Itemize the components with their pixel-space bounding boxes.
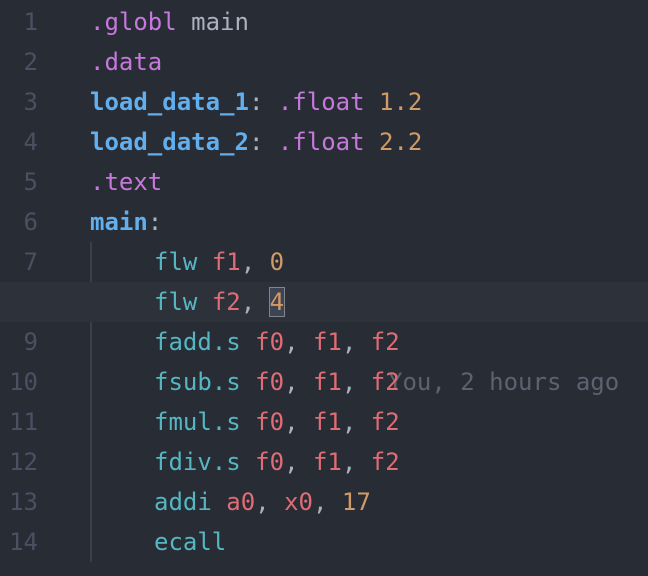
instruction-token: fadd.s xyxy=(154,328,241,356)
instruction-token: flw xyxy=(154,248,198,276)
directive-token: .data xyxy=(90,48,163,76)
code-line[interactable]: fmul.s f0, f1, f2 xyxy=(0,402,648,442)
register-token: f1 xyxy=(312,328,342,356)
identifier-token: main xyxy=(191,8,249,36)
code-line[interactable]: flw f1, 0 xyxy=(0,242,648,282)
register-token: f0 xyxy=(255,408,285,436)
register-token: f0 xyxy=(255,368,285,396)
register-token: f2 xyxy=(370,368,400,396)
instruction-token: fdiv.s xyxy=(154,448,241,476)
code-line[interactable]: fadd.s f0, f1, f2 xyxy=(0,322,648,362)
code-line[interactable]: .globl main xyxy=(0,2,648,42)
register-token: f2 xyxy=(370,408,400,436)
code-area[interactable]: .globl main .data load_data_1: .float 1.… xyxy=(0,0,648,576)
code-line[interactable]: .data xyxy=(0,42,648,82)
code-line[interactable]: load_data_2: .float 2.2 xyxy=(0,122,648,162)
label-token: main xyxy=(90,208,148,236)
register-token: f1 xyxy=(312,368,342,396)
register-token: f1 xyxy=(312,448,342,476)
code-line[interactable]: .text xyxy=(0,162,648,202)
number-token: 0 xyxy=(269,248,285,276)
code-line[interactable]: fdiv.s f0, f1, f2 xyxy=(0,442,648,482)
code-line[interactable]: load_data_1: .float 1.2 xyxy=(0,82,648,122)
register-token: f1 xyxy=(211,248,241,276)
register-token: f0 xyxy=(255,448,285,476)
directive-token: .float xyxy=(277,128,365,156)
code-line[interactable]: fsub.s f0, f1, f2 xyxy=(0,362,648,402)
number-token: 17 xyxy=(341,488,371,516)
instruction-token: fmul.s xyxy=(154,408,241,436)
register-token: x0 xyxy=(284,488,313,516)
code-line-active[interactable]: flw f2, 4 You, 2 hours ago xyxy=(0,282,648,396)
register-token: f0 xyxy=(255,328,285,356)
register-token: a0 xyxy=(226,488,256,516)
code-line[interactable]: main: xyxy=(0,202,648,242)
directive-token: .float xyxy=(277,88,365,116)
number-token: 1.2 xyxy=(379,88,423,116)
directive-token: .text xyxy=(90,168,163,196)
number-token: 2.2 xyxy=(379,128,423,156)
directive-token: .globl xyxy=(90,8,177,36)
code-line[interactable]: addi a0, x0, 17 xyxy=(0,482,648,522)
instruction-token: addi xyxy=(154,488,212,516)
register-token: f1 xyxy=(312,408,342,436)
instruction-token: ecall xyxy=(154,528,227,556)
code-editor[interactable]: 1 2 3 4 5 6 7 8 9 10 11 12 13 14 .globl … xyxy=(0,0,648,576)
instruction-token: flw xyxy=(154,288,198,316)
register-token: f2 xyxy=(370,328,400,356)
register-token: f2 xyxy=(370,448,400,476)
label-token: load_data_1 xyxy=(90,88,249,116)
label-token: load_data_2 xyxy=(90,128,249,156)
code-line[interactable]: ecall xyxy=(0,522,648,562)
text-cursor: 4 xyxy=(268,287,286,317)
instruction-token: fsub.s xyxy=(154,368,241,396)
register-token: f2 xyxy=(211,288,241,316)
